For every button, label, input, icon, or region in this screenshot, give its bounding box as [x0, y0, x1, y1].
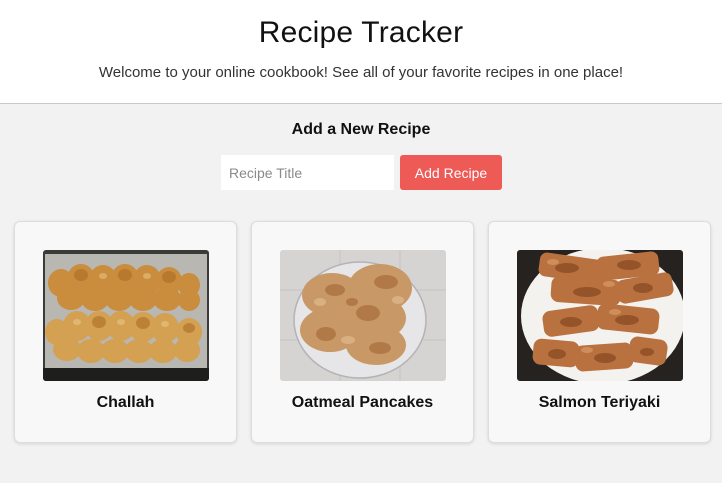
recipe-card[interactable]: Salmon Teriyaki: [488, 221, 711, 443]
page-title: Recipe Tracker: [258, 16, 464, 49]
page-subtitle: Welcome to your online cookbook! See all…: [98, 64, 624, 81]
recipe-title: Oatmeal Pancakes: [291, 394, 434, 411]
recipe-card[interactable]: Oatmeal Pancakes: [251, 221, 474, 443]
salmon-teriyaki-photo: [517, 250, 683, 381]
recipe-card[interactable]: Challah: [14, 221, 237, 443]
recipe-title-input[interactable]: [221, 155, 394, 190]
recipe-title: Challah: [96, 394, 155, 411]
recipe-image-oatmeal-pancakes: [280, 250, 446, 381]
oatmeal-pancakes-photo: [280, 250, 446, 381]
recipe-image-salmon-teriyaki: [517, 250, 683, 381]
page-header: Recipe Tracker Welcome to your online co…: [0, 0, 722, 104]
add-recipe-heading: Add a New Recipe: [291, 121, 431, 138]
recipe-title: Salmon Teriyaki: [538, 394, 661, 411]
add-recipe-button[interactable]: Add Recipe: [400, 155, 502, 190]
challah-photo: [43, 250, 209, 381]
recipe-image-challah: [43, 250, 209, 381]
